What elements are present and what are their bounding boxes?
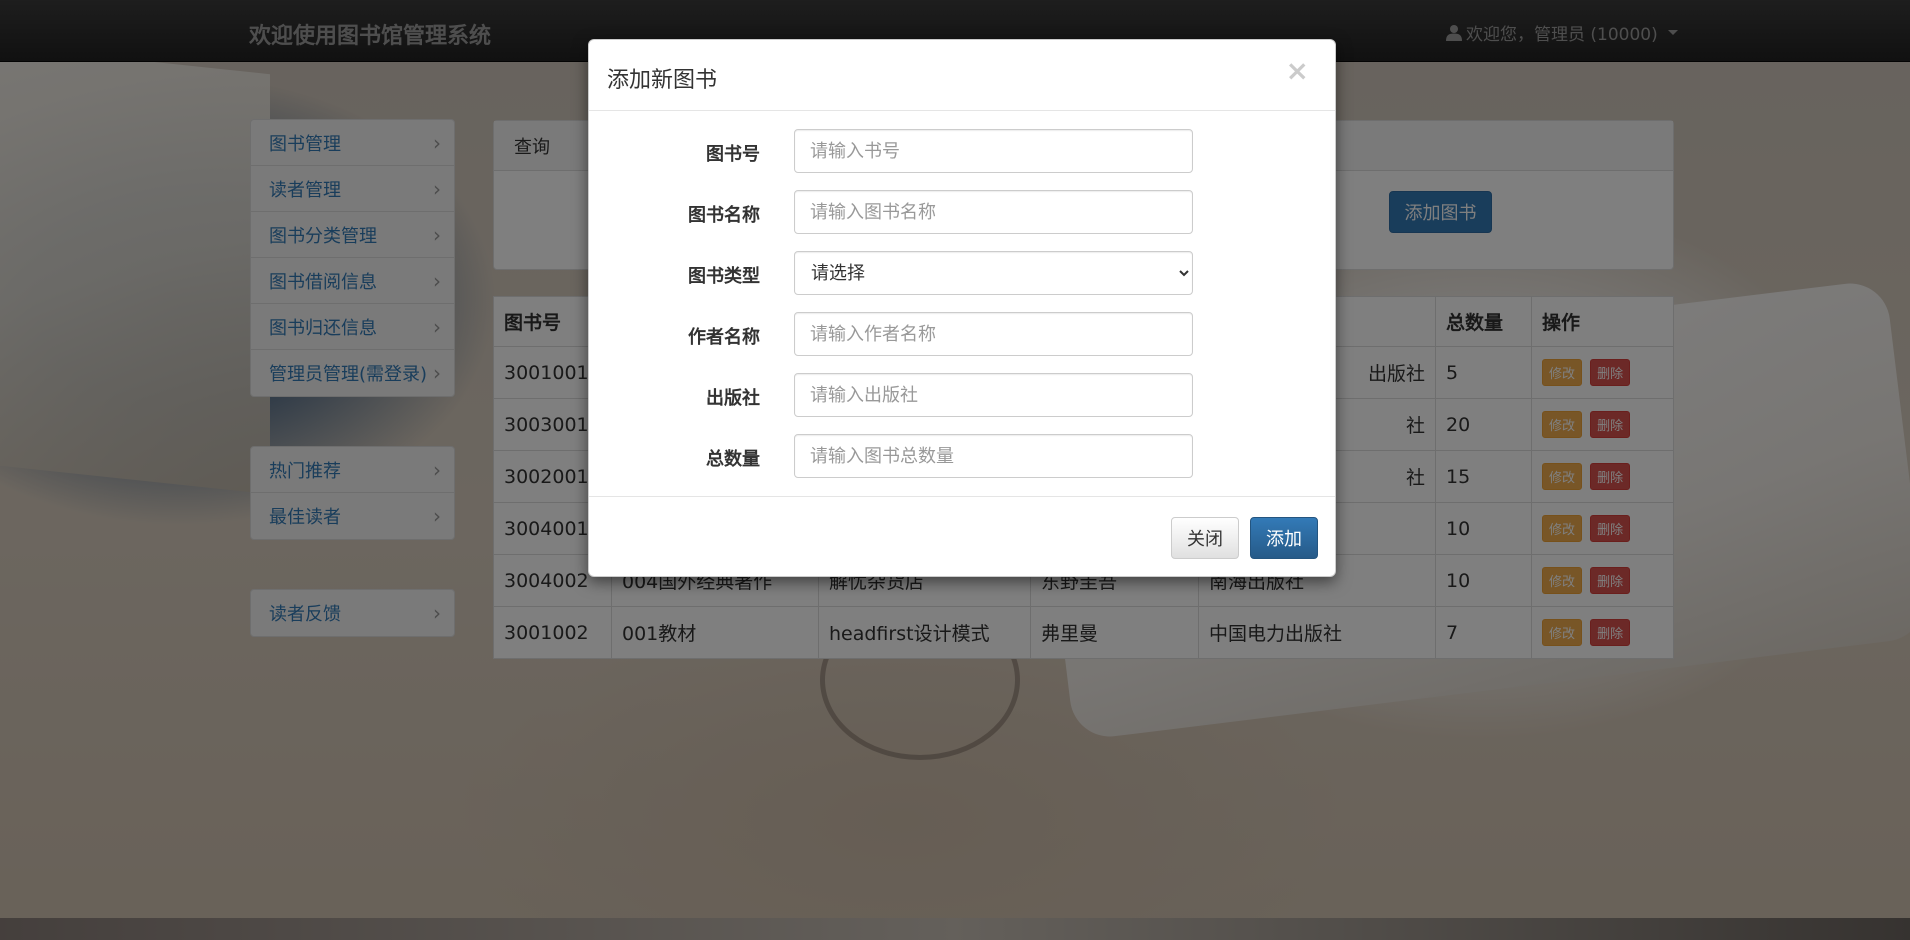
modal-footer: 关闭 添加 — [589, 496, 1335, 576]
modal-header: 添加新图书 × — [589, 40, 1335, 111]
author-label: 作者名称 — [688, 327, 760, 348]
book-id-input[interactable] — [794, 129, 1193, 173]
book-name-input[interactable] — [794, 190, 1193, 234]
book-type-select[interactable]: 请选择 — [794, 251, 1193, 295]
form-row-publisher: 出版社 — [589, 373, 1337, 417]
publisher-input[interactable] — [794, 373, 1193, 417]
close-button[interactable]: 关闭 — [1171, 517, 1239, 559]
total-input[interactable] — [794, 434, 1193, 478]
book-name-label: 图书名称 — [688, 205, 760, 226]
total-label: 总数量 — [706, 449, 760, 470]
modal-title: 添加新图书 — [607, 68, 718, 93]
author-input[interactable] — [794, 312, 1193, 356]
close-icon[interactable]: × — [1286, 54, 1309, 87]
add-book-modal: 添加新图书 × 图书号 图书名称 图书类型 请选择 作者名称 出版社 总数量 关… — [588, 39, 1336, 577]
publisher-label: 出版社 — [706, 388, 760, 409]
form-row-book-id: 图书号 — [589, 129, 1337, 173]
book-type-label: 图书类型 — [688, 266, 760, 287]
form-row-total: 总数量 — [589, 434, 1337, 478]
book-id-label: 图书号 — [706, 144, 760, 165]
submit-add-button[interactable]: 添加 — [1250, 517, 1318, 559]
form-row-book-type: 图书类型 请选择 — [589, 251, 1337, 295]
form-row-book-name: 图书名称 — [589, 190, 1337, 234]
form-row-author: 作者名称 — [589, 312, 1337, 356]
